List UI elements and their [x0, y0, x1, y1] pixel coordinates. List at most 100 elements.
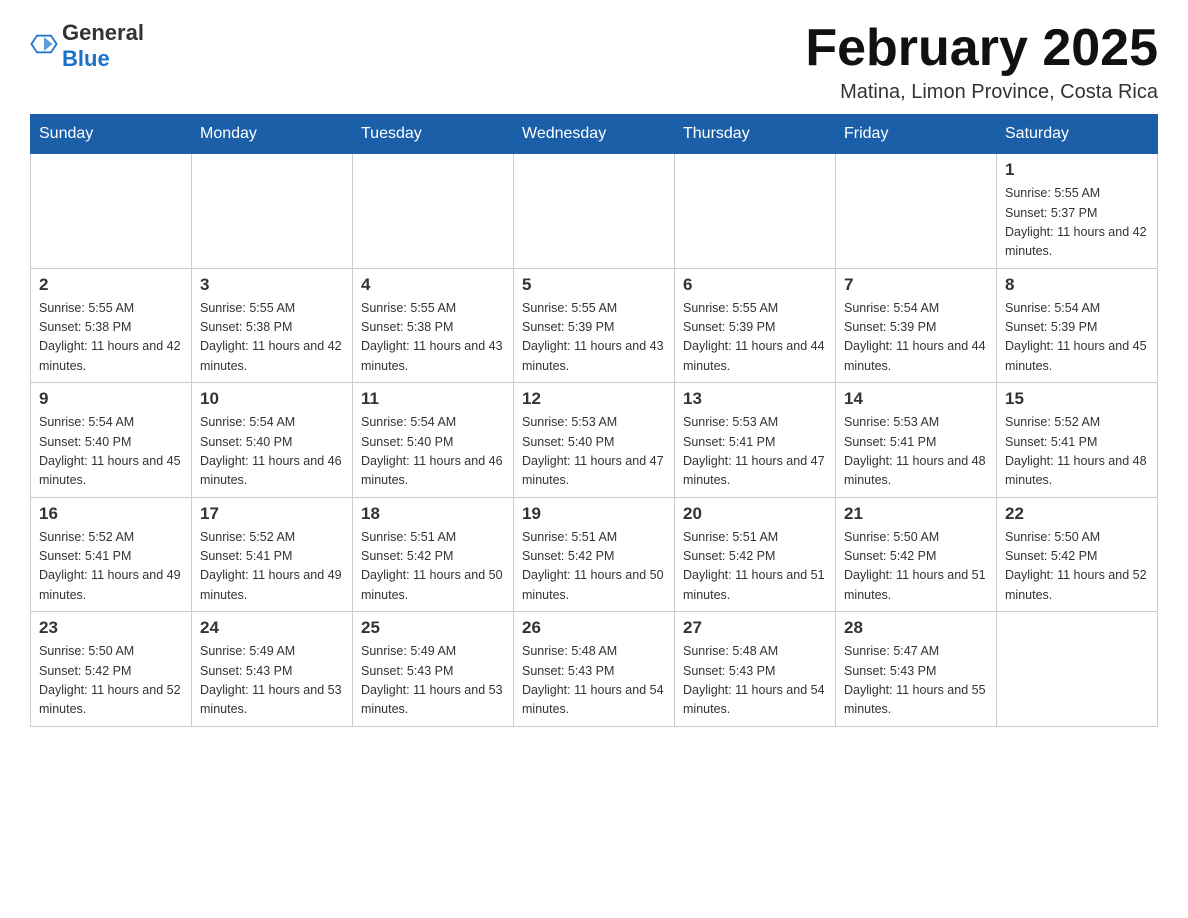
day-number: 26 — [522, 618, 666, 638]
day-number: 8 — [1005, 275, 1149, 295]
day-info: Sunrise: 5:48 AM Sunset: 5:43 PM Dayligh… — [683, 642, 827, 720]
calendar-cell: 7Sunrise: 5:54 AM Sunset: 5:39 PM Daylig… — [836, 268, 997, 383]
day-info: Sunrise: 5:53 AM Sunset: 5:41 PM Dayligh… — [683, 413, 827, 491]
calendar-cell: 8 Sunrise: 5:54 AM Sunset: 5:39 PM Daylig… — [997, 268, 1158, 383]
day-of-week-header: Thursday — [675, 115, 836, 154]
day-info: Sunrise: 5:55 AM Sunset: 5:38 PM Dayligh… — [200, 299, 344, 377]
day-number: 17 — [200, 504, 344, 524]
day-number: 7 — [844, 275, 988, 295]
calendar-week-row: 16 Sunrise: 5:52 AM Sunset: 5:41 PM Dayli… — [31, 497, 1158, 612]
day-info: Sunrise: 5:53 AM Sunset: 5:40 PM Dayligh… — [522, 413, 666, 491]
day-info: Sunrise: 5:54 AM Sunset: 5:39 PM Dayligh… — [1005, 299, 1149, 377]
day-of-week-header: Sunday — [31, 115, 192, 154]
day-of-week-header: Saturday — [997, 115, 1158, 154]
day-info: Sunrise: 5:55 AM Sunset: 5:39 PM Dayligh… — [683, 299, 827, 377]
calendar-cell — [836, 154, 997, 269]
day-info: Sunrise: 5:51 AM Sunset: 5:42 PM Dayligh… — [361, 528, 505, 606]
day-number: 15 — [1005, 389, 1149, 409]
calendar-cell: 22Sunrise: 5:50 AM Sunset: 5:42 PM Dayli… — [997, 497, 1158, 612]
calendar-cell: 27 Sunrise: 5:48 AM Sunset: 5:43 PM Dayli… — [675, 612, 836, 727]
day-info: Sunrise: 5:55 AM Sunset: 5:38 PM Dayligh… — [39, 299, 183, 377]
day-info: Sunrise: 5:52 AM Sunset: 5:41 PM Dayligh… — [1005, 413, 1149, 491]
calendar-cell: 15 Sunrise: 5:52 AM Sunset: 5:41 PM Dayli… — [997, 383, 1158, 498]
calendar-body: 1 Sunrise: 5:55 AM Sunset: 5:37 PM Daylig… — [31, 154, 1158, 727]
month-title: February 2025 — [805, 20, 1158, 77]
calendar-cell: 13 Sunrise: 5:53 AM Sunset: 5:41 PM Dayli… — [675, 383, 836, 498]
calendar-cell: 16 Sunrise: 5:52 AM Sunset: 5:41 PM Dayli… — [31, 497, 192, 612]
day-info: Sunrise: 5:54 AM Sunset: 5:40 PM Dayligh… — [39, 413, 183, 491]
day-number: 2 — [39, 275, 183, 295]
calendar-cell: 10Sunrise: 5:54 AM Sunset: 5:40 PM Dayli… — [192, 383, 353, 498]
calendar-header: SundayMondayTuesdayWednesdayThursdayFrid… — [31, 115, 1158, 154]
logo-icon — [30, 30, 58, 58]
day-number: 16 — [39, 504, 183, 524]
calendar-cell: 14 Sunrise: 5:53 AM Sunset: 5:41 PM Dayli… — [836, 383, 997, 498]
day-number: 19 — [522, 504, 666, 524]
day-number: 11 — [361, 389, 505, 409]
day-number: 20 — [683, 504, 827, 524]
day-info: Sunrise: 5:52 AM Sunset: 5:41 PM Dayligh… — [39, 528, 183, 606]
day-of-week-header: Tuesday — [353, 115, 514, 154]
calendar-cell — [353, 154, 514, 269]
day-info: Sunrise: 5:49 AM Sunset: 5:43 PM Dayligh… — [200, 642, 344, 720]
day-number: 12 — [522, 389, 666, 409]
calendar-cell — [192, 154, 353, 269]
page-header: General Blue February 2025 Matina, Limon… — [30, 20, 1158, 104]
day-number: 27 — [683, 618, 827, 638]
day-info: Sunrise: 5:55 AM Sunset: 5:37 PM Dayligh… — [1005, 184, 1149, 262]
calendar-cell: 4Sunrise: 5:55 AM Sunset: 5:38 PM Daylig… — [353, 268, 514, 383]
day-info: Sunrise: 5:51 AM Sunset: 5:42 PM Dayligh… — [683, 528, 827, 606]
calendar-week-row: 9Sunrise: 5:54 AM Sunset: 5:40 PM Daylig… — [31, 383, 1158, 498]
day-info: Sunrise: 5:53 AM Sunset: 5:41 PM Dayligh… — [844, 413, 988, 491]
calendar-week-row: 23 Sunrise: 5:50 AM Sunset: 5:42 PM Dayli… — [31, 612, 1158, 727]
day-number: 14 — [844, 389, 988, 409]
calendar-cell: 24 Sunrise: 5:49 AM Sunset: 5:43 PM Dayli… — [192, 612, 353, 727]
calendar-cell — [31, 154, 192, 269]
day-number: 1 — [1005, 160, 1149, 180]
calendar-cell: 3 Sunrise: 5:55 AM Sunset: 5:38 PM Daylig… — [192, 268, 353, 383]
calendar-cell: 11Sunrise: 5:54 AM Sunset: 5:40 PM Dayli… — [353, 383, 514, 498]
day-number: 3 — [200, 275, 344, 295]
calendar-cell: 25Sunrise: 5:49 AM Sunset: 5:43 PM Dayli… — [353, 612, 514, 727]
day-info: Sunrise: 5:51 AM Sunset: 5:42 PM Dayligh… — [522, 528, 666, 606]
calendar-cell: 17 Sunrise: 5:52 AM Sunset: 5:41 PM Dayli… — [192, 497, 353, 612]
day-info: Sunrise: 5:50 AM Sunset: 5:42 PM Dayligh… — [39, 642, 183, 720]
logo: General Blue — [30, 20, 144, 72]
day-number: 13 — [683, 389, 827, 409]
day-number: 6 — [683, 275, 827, 295]
day-number: 23 — [39, 618, 183, 638]
location: Matina, Limon Province, Costa Rica — [805, 81, 1158, 104]
day-info: Sunrise: 5:50 AM Sunset: 5:42 PM Dayligh… — [844, 528, 988, 606]
day-info: Sunrise: 5:52 AM Sunset: 5:41 PM Dayligh… — [200, 528, 344, 606]
day-info: Sunrise: 5:50 AM Sunset: 5:42 PM Dayligh… — [1005, 528, 1149, 606]
calendar-cell — [675, 154, 836, 269]
calendar-cell: 28 Sunrise: 5:47 AM Sunset: 5:43 PM Dayli… — [836, 612, 997, 727]
calendar-cell: 5Sunrise: 5:55 AM Sunset: 5:39 PM Daylig… — [514, 268, 675, 383]
calendar-table: SundayMondayTuesdayWednesdayThursdayFrid… — [30, 114, 1158, 727]
day-number: 4 — [361, 275, 505, 295]
calendar-cell: 20 Sunrise: 5:51 AM Sunset: 5:42 PM Dayli… — [675, 497, 836, 612]
calendar-cell: 6 Sunrise: 5:55 AM Sunset: 5:39 PM Daylig… — [675, 268, 836, 383]
calendar-cell — [997, 612, 1158, 727]
calendar-cell: 2 Sunrise: 5:55 AM Sunset: 5:38 PM Daylig… — [31, 268, 192, 383]
logo-general-text: General — [62, 20, 144, 45]
day-number: 28 — [844, 618, 988, 638]
calendar-cell — [514, 154, 675, 269]
day-number: 18 — [361, 504, 505, 524]
day-info: Sunrise: 5:47 AM Sunset: 5:43 PM Dayligh… — [844, 642, 988, 720]
calendar-cell: 9Sunrise: 5:54 AM Sunset: 5:40 PM Daylig… — [31, 383, 192, 498]
day-number: 24 — [200, 618, 344, 638]
day-number: 5 — [522, 275, 666, 295]
day-number: 21 — [844, 504, 988, 524]
calendar-cell: 26Sunrise: 5:48 AM Sunset: 5:43 PM Dayli… — [514, 612, 675, 727]
calendar-cell: 1 Sunrise: 5:55 AM Sunset: 5:37 PM Daylig… — [997, 154, 1158, 269]
logo-blue-text: Blue — [62, 46, 110, 71]
day-of-week-header: Monday — [192, 115, 353, 154]
day-number: 10 — [200, 389, 344, 409]
header-row: SundayMondayTuesdayWednesdayThursdayFrid… — [31, 115, 1158, 154]
calendar-cell: 19 Sunrise: 5:51 AM Sunset: 5:42 PM Dayli… — [514, 497, 675, 612]
calendar-cell: 18 Sunrise: 5:51 AM Sunset: 5:42 PM Dayli… — [353, 497, 514, 612]
calendar-cell: 21 Sunrise: 5:50 AM Sunset: 5:42 PM Dayli… — [836, 497, 997, 612]
calendar-week-row: 1 Sunrise: 5:55 AM Sunset: 5:37 PM Daylig… — [31, 154, 1158, 269]
calendar-week-row: 2 Sunrise: 5:55 AM Sunset: 5:38 PM Daylig… — [31, 268, 1158, 383]
